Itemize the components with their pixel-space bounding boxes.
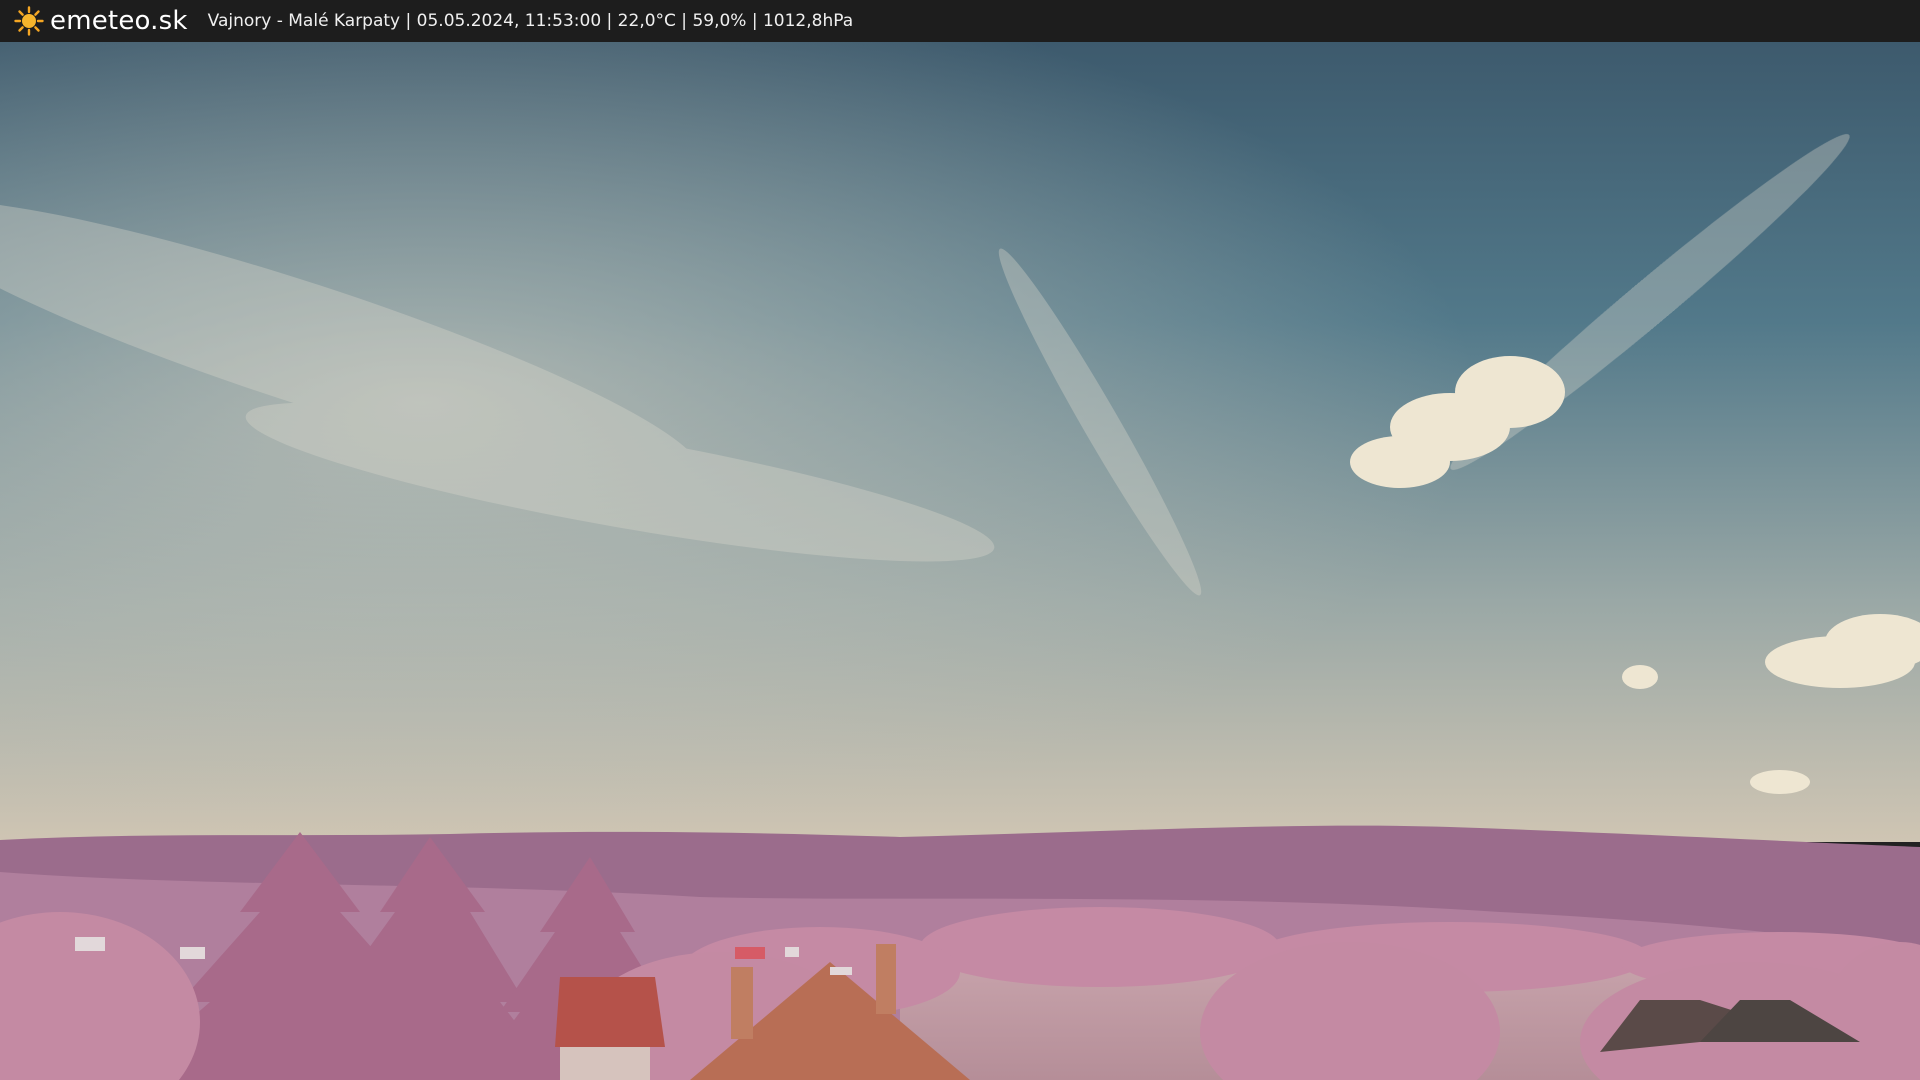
brand-name: emeteo.sk [50,6,188,36]
webcam-frame: emeteo.sk Vajnory - Malé Karpaty | 05.05… [0,0,1920,1080]
webcam-image [0,42,1920,1080]
station-info: Vajnory - Malé Karpaty | 05.05.2024, 11:… [207,11,854,31]
house-roof-left [555,977,665,1080]
sun-icon [14,6,44,36]
header-bar: emeteo.sk Vajnory - Malé Karpaty | 05.05… [0,0,1920,42]
logo: emeteo.sk [14,6,188,36]
